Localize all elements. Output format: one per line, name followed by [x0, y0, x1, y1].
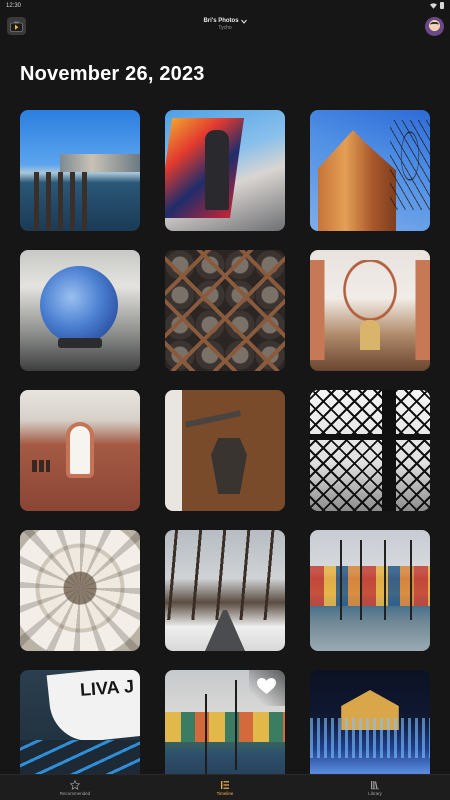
photo-thumbnail[interactable]: [310, 250, 430, 371]
avatar[interactable]: [425, 17, 444, 36]
photo-thumbnail[interactable]: [20, 250, 140, 371]
boat-name-text: LIVA J: [79, 676, 135, 700]
status-bar: 12:30: [0, 0, 450, 14]
photo-thumbnail[interactable]: LIVA J: [20, 670, 140, 774]
photo-thumbnail[interactable]: [165, 110, 285, 231]
battery-icon: [440, 2, 444, 9]
nav-item-timeline[interactable]: Timeline: [150, 775, 300, 800]
photo-thumbnail[interactable]: [20, 110, 140, 231]
photo-thumbnail-favorite[interactable]: [165, 670, 285, 774]
library-name: Bri's Photos: [203, 18, 239, 24]
library-title: Bri's Photos: [175, 18, 275, 24]
star-icon: [70, 780, 80, 790]
photo-thumbnail[interactable]: [20, 530, 140, 651]
nav-item-library[interactable]: Library: [300, 775, 450, 800]
nav-label-library: Library: [368, 791, 382, 796]
library-subtitle: Tycho: [218, 25, 232, 31]
photo-thumbnail[interactable]: [165, 530, 285, 651]
library-icon: [371, 781, 379, 790]
camera-icon: [10, 21, 23, 32]
photo-thumbnail[interactable]: [310, 670, 430, 774]
date-heading: November 26, 2023: [20, 63, 205, 85]
favorite-badge: [249, 670, 285, 706]
nav-item-recommended[interactable]: Recommended: [0, 775, 150, 800]
photo-grid: LIVA J: [20, 110, 431, 774]
photo-thumbnail[interactable]: [310, 530, 430, 651]
photo-thumbnail[interactable]: [165, 250, 285, 371]
wifi-icon: [430, 2, 437, 9]
chevron-down-icon: [240, 19, 247, 24]
photo-thumbnail[interactable]: [310, 110, 430, 231]
timeline-icon: [221, 781, 229, 789]
heart-icon: [257, 678, 276, 695]
library-switcher[interactable]: Bri's Photos Tycho: [175, 18, 275, 31]
camera-button[interactable]: [7, 17, 26, 35]
status-icons: [430, 2, 444, 9]
status-time: 12:30: [6, 3, 22, 9]
photo-thumbnail[interactable]: [310, 390, 430, 511]
photo-thumbnail[interactable]: [20, 390, 140, 511]
bottom-nav: Recommended Timeline Library: [0, 774, 450, 800]
nav-label-timeline: Timeline: [216, 791, 234, 796]
photo-thumbnail[interactable]: [165, 390, 285, 511]
top-bar: Bri's Photos Tycho: [0, 14, 450, 40]
nav-label-recommended: Recommended: [59, 791, 91, 796]
